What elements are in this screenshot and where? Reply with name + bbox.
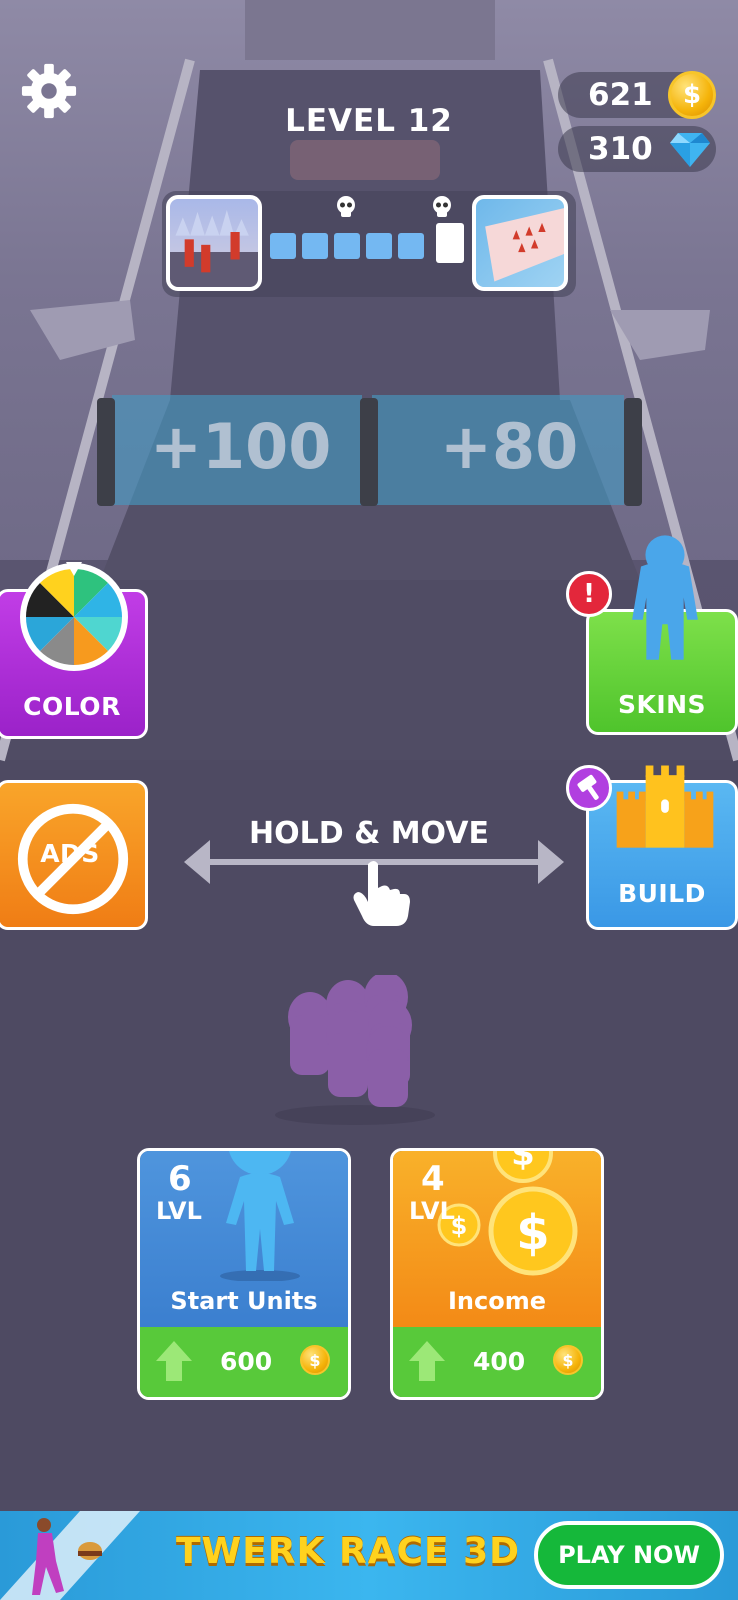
coins-stack-icon: $ $ $ (437, 1148, 578, 1276)
color-label: COLOR (23, 692, 121, 721)
income-lvl-label: LVL (409, 1197, 455, 1225)
start-units-lvl-label: LVL (156, 1197, 202, 1225)
alert-badge-icon: ! (566, 571, 612, 617)
hammer-badge-icon (566, 765, 612, 811)
svg-text:$: $ (511, 1148, 535, 1174)
coin-icon: $ (668, 71, 716, 119)
progress-step-final (436, 223, 464, 263)
start-units-buy-bar[interactable]: 600 $ (140, 1327, 348, 1397)
gate-post-middle (360, 398, 378, 506)
income-price: 400 (473, 1347, 526, 1376)
svg-text:$: $ (516, 1205, 549, 1261)
skull-icon (433, 196, 451, 217)
start-units-level: 6 (168, 1159, 192, 1199)
ad-runner-image (0, 1511, 140, 1600)
unit-figure-icon (220, 1151, 300, 1281)
gate-post-right (624, 398, 642, 506)
arrow-up-icon (156, 1341, 192, 1381)
coin-icon: $ (300, 1345, 330, 1375)
gem-count: 310 (588, 131, 653, 167)
build-label: BUILD (618, 879, 706, 908)
skins-label: SKINS (617, 690, 707, 719)
gate-post-left (97, 398, 115, 506)
diamond-icon (670, 133, 710, 167)
play-now-button[interactable]: PLAY NOW (534, 1521, 724, 1589)
start-units-upgrade-card[interactable]: 6 LVL Start Units 600 $ (137, 1148, 351, 1400)
progress-step-4 (366, 233, 392, 259)
start-units-name: Start Units (170, 1287, 318, 1315)
hand-pointer-icon (353, 861, 410, 926)
progress-step-1 (270, 233, 296, 259)
coin-count: 621 (588, 77, 653, 113)
skull-icon (337, 196, 355, 217)
gem-counter: 310 (558, 126, 716, 172)
player-crowd (275, 975, 435, 1125)
skin-character-icon (632, 535, 698, 660)
color-button[interactable]: COLOR (0, 562, 148, 739)
no-ads-button[interactable]: ADS (0, 780, 148, 930)
start-units-price: 600 (220, 1347, 273, 1376)
current-stage-thumbnail (166, 195, 262, 291)
income-level: 4 (421, 1159, 445, 1199)
ad-title: TWERK RACE 3D (176, 1531, 521, 1572)
coin-icon: $ (553, 1345, 583, 1375)
coin-counter: 621 $ (558, 71, 716, 119)
income-buy-bar[interactable]: 400 $ (393, 1327, 601, 1397)
gate-left-value: +100 (150, 410, 332, 483)
level-progress-panel (162, 191, 576, 297)
arrow-up-icon (409, 1341, 445, 1381)
next-stage-thumbnail (472, 195, 568, 291)
progress-step-3 (334, 233, 360, 259)
skins-button[interactable]: SKINS (586, 535, 738, 735)
color-wheel-icon (20, 562, 128, 671)
ad-banner[interactable]: TWERK RACE 3D PLAY NOW (0, 1511, 738, 1600)
income-name: Income (447, 1287, 546, 1315)
gate-right-value: +80 (440, 410, 579, 483)
progress-step-5 (398, 233, 424, 259)
income-upgrade-card[interactable]: $ $ $ 4 LVL Income 400 $ (390, 1148, 604, 1400)
progress-step-2 (302, 233, 328, 259)
